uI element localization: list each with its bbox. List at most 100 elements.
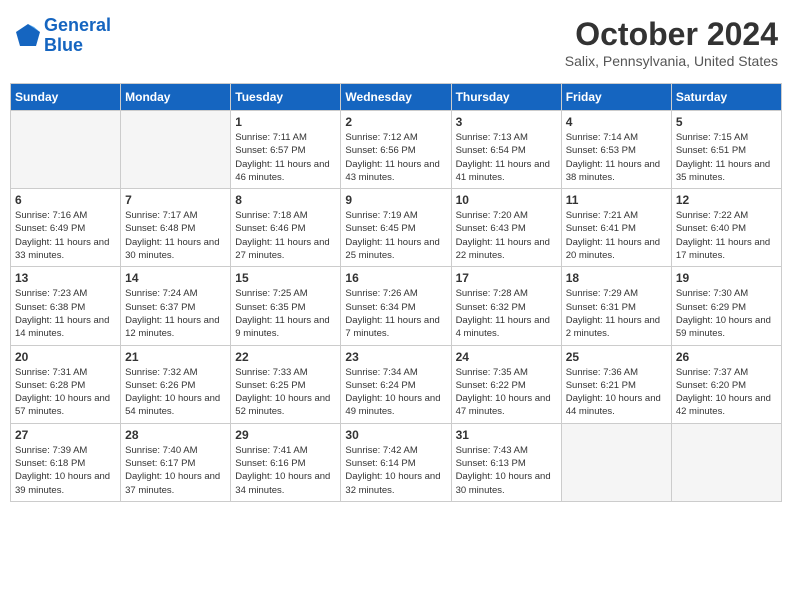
calendar-cell: 17Sunrise: 7:28 AM Sunset: 6:32 PM Dayli… [451,267,561,345]
calendar-cell: 20 Sunrise: 7:31 AM Sunset: 6:28 PM Dayli… [11,345,121,423]
day-info: Sunrise: 7:31 AM Sunset: 6:28 PM Dayligh… [15,366,116,419]
calendar-cell: 4Sunrise: 7:14 AM Sunset: 6:53 PM Daylig… [561,111,671,189]
weekday-header-row: SundayMondayTuesdayWednesdayThursdayFrid… [11,84,782,111]
calendar-cell: 11 Sunrise: 7:21 AM Sunset: 6:41 PM Dayli… [561,189,671,267]
calendar-cell: 27 Sunrise: 7:39 AM Sunset: 6:18 PM Dayli… [11,423,121,501]
day-info: Sunrise: 7:12 AM Sunset: 6:56 PM Dayligh… [345,131,446,184]
calendar-cell: 3Sunrise: 7:13 AM Sunset: 6:54 PM Daylig… [451,111,561,189]
day-number: 15 [235,271,336,285]
logo-text: General Blue [44,16,111,56]
day-info: Sunrise: 7:22 AM Sunset: 6:40 PM Dayligh… [676,209,777,262]
title-block: October 2024 Salix, Pennsylvania, United… [565,16,778,69]
weekday-header-saturday: Saturday [671,84,781,111]
day-info: Sunrise: 7:36 AM Sunset: 6:21 PM Dayligh… [566,366,667,419]
calendar-cell: 28Sunrise: 7:40 AM Sunset: 6:17 PM Dayli… [121,423,231,501]
day-number: 28 [125,428,226,442]
day-number: 7 [125,193,226,207]
calendar-cell: 7 Sunrise: 7:17 AM Sunset: 6:48 PM Daylig… [121,189,231,267]
day-number: 20 [15,350,116,364]
calendar-cell: 12 Sunrise: 7:22 AM Sunset: 6:40 PM Dayli… [671,189,781,267]
day-number: 6 [15,193,116,207]
day-number: 4 [566,115,667,129]
day-info: Sunrise: 7:16 AM Sunset: 6:49 PM Dayligh… [15,209,116,262]
week-row-5: 27 Sunrise: 7:39 AM Sunset: 6:18 PM Dayli… [11,423,782,501]
day-info: Sunrise: 7:34 AM Sunset: 6:24 PM Dayligh… [345,366,446,419]
day-number: 27 [15,428,116,442]
day-info: Sunrise: 7:15 AM Sunset: 6:51 PM Dayligh… [676,131,777,184]
calendar-cell: 2 Sunrise: 7:12 AM Sunset: 6:56 PM Daylig… [341,111,451,189]
logo: General Blue [14,16,111,56]
week-row-1: 1 Sunrise: 7:11 AM Sunset: 6:57 PM Daylig… [11,111,782,189]
day-number: 24 [456,350,557,364]
location: Salix, Pennsylvania, United States [565,53,778,69]
calendar-cell: 14 Sunrise: 7:24 AM Sunset: 6:37 PM Dayli… [121,267,231,345]
calendar-cell: 29Sunrise: 7:41 AM Sunset: 6:16 PM Dayli… [231,423,341,501]
weekday-header-sunday: Sunday [11,84,121,111]
calendar-cell: 10 Sunrise: 7:20 AM Sunset: 6:43 PM Dayli… [451,189,561,267]
day-info: Sunrise: 7:21 AM Sunset: 6:41 PM Dayligh… [566,209,667,262]
day-number: 21 [125,350,226,364]
day-number: 19 [676,271,777,285]
day-number: 26 [676,350,777,364]
calendar-cell [671,423,781,501]
day-info: Sunrise: 7:17 AM Sunset: 6:48 PM Dayligh… [125,209,226,262]
day-number: 22 [235,350,336,364]
day-number: 5 [676,115,777,129]
day-info: Sunrise: 7:43 AM Sunset: 6:13 PM Dayligh… [456,444,557,497]
calendar-cell: 9Sunrise: 7:19 AM Sunset: 6:45 PM Daylig… [341,189,451,267]
calendar-cell: 18Sunrise: 7:29 AM Sunset: 6:31 PM Dayli… [561,267,671,345]
page-header: General Blue October 2024 Salix, Pennsyl… [10,10,782,75]
day-info: Sunrise: 7:39 AM Sunset: 6:18 PM Dayligh… [15,444,116,497]
weekday-header-wednesday: Wednesday [341,84,451,111]
day-number: 30 [345,428,446,442]
day-number: 12 [676,193,777,207]
day-number: 29 [235,428,336,442]
day-info: Sunrise: 7:29 AM Sunset: 6:31 PM Dayligh… [566,287,667,340]
day-info: Sunrise: 7:26 AM Sunset: 6:34 PM Dayligh… [345,287,446,340]
day-number: 16 [345,271,446,285]
day-number: 3 [456,115,557,129]
calendar-cell [561,423,671,501]
day-number: 1 [235,115,336,129]
calendar-cell: 23 Sunrise: 7:34 AM Sunset: 6:24 PM Dayli… [341,345,451,423]
day-info: Sunrise: 7:28 AM Sunset: 6:32 PM Dayligh… [456,287,557,340]
calendar-cell: 22 Sunrise: 7:33 AM Sunset: 6:25 PM Dayli… [231,345,341,423]
weekday-header-friday: Friday [561,84,671,111]
day-info: Sunrise: 7:33 AM Sunset: 6:25 PM Dayligh… [235,366,336,419]
week-row-4: 20 Sunrise: 7:31 AM Sunset: 6:28 PM Dayli… [11,345,782,423]
day-number: 8 [235,193,336,207]
day-info: Sunrise: 7:25 AM Sunset: 6:35 PM Dayligh… [235,287,336,340]
week-row-3: 13 Sunrise: 7:23 AM Sunset: 6:38 PM Dayli… [11,267,782,345]
day-info: Sunrise: 7:24 AM Sunset: 6:37 PM Dayligh… [125,287,226,340]
calendar-cell: 25 Sunrise: 7:36 AM Sunset: 6:21 PM Dayli… [561,345,671,423]
day-info: Sunrise: 7:20 AM Sunset: 6:43 PM Dayligh… [456,209,557,262]
day-number: 2 [345,115,446,129]
day-info: Sunrise: 7:23 AM Sunset: 6:38 PM Dayligh… [15,287,116,340]
day-info: Sunrise: 7:37 AM Sunset: 6:20 PM Dayligh… [676,366,777,419]
calendar-cell: 8 Sunrise: 7:18 AM Sunset: 6:46 PM Daylig… [231,189,341,267]
calendar-cell: 30 Sunrise: 7:42 AM Sunset: 6:14 PM Dayli… [341,423,451,501]
calendar-cell: 13 Sunrise: 7:23 AM Sunset: 6:38 PM Dayli… [11,267,121,345]
calendar-cell: 21Sunrise: 7:32 AM Sunset: 6:26 PM Dayli… [121,345,231,423]
day-number: 31 [456,428,557,442]
day-info: Sunrise: 7:42 AM Sunset: 6:14 PM Dayligh… [345,444,446,497]
calendar-cell: 24Sunrise: 7:35 AM Sunset: 6:22 PM Dayli… [451,345,561,423]
day-number: 13 [15,271,116,285]
day-number: 14 [125,271,226,285]
calendar-cell [11,111,121,189]
weekday-header-tuesday: Tuesday [231,84,341,111]
calendar-cell: 1 Sunrise: 7:11 AM Sunset: 6:57 PM Daylig… [231,111,341,189]
day-info: Sunrise: 7:11 AM Sunset: 6:57 PM Dayligh… [235,131,336,184]
logo-icon [14,22,42,50]
day-info: Sunrise: 7:18 AM Sunset: 6:46 PM Dayligh… [235,209,336,262]
day-number: 10 [456,193,557,207]
weekday-header-monday: Monday [121,84,231,111]
day-info: Sunrise: 7:30 AM Sunset: 6:29 PM Dayligh… [676,287,777,340]
day-number: 23 [345,350,446,364]
week-row-2: 6 Sunrise: 7:16 AM Sunset: 6:49 PM Daylig… [11,189,782,267]
day-number: 11 [566,193,667,207]
calendar-cell: 26 Sunrise: 7:37 AM Sunset: 6:20 PM Dayli… [671,345,781,423]
calendar-cell: 19 Sunrise: 7:30 AM Sunset: 6:29 PM Dayli… [671,267,781,345]
calendar-cell: 6 Sunrise: 7:16 AM Sunset: 6:49 PM Daylig… [11,189,121,267]
day-number: 25 [566,350,667,364]
